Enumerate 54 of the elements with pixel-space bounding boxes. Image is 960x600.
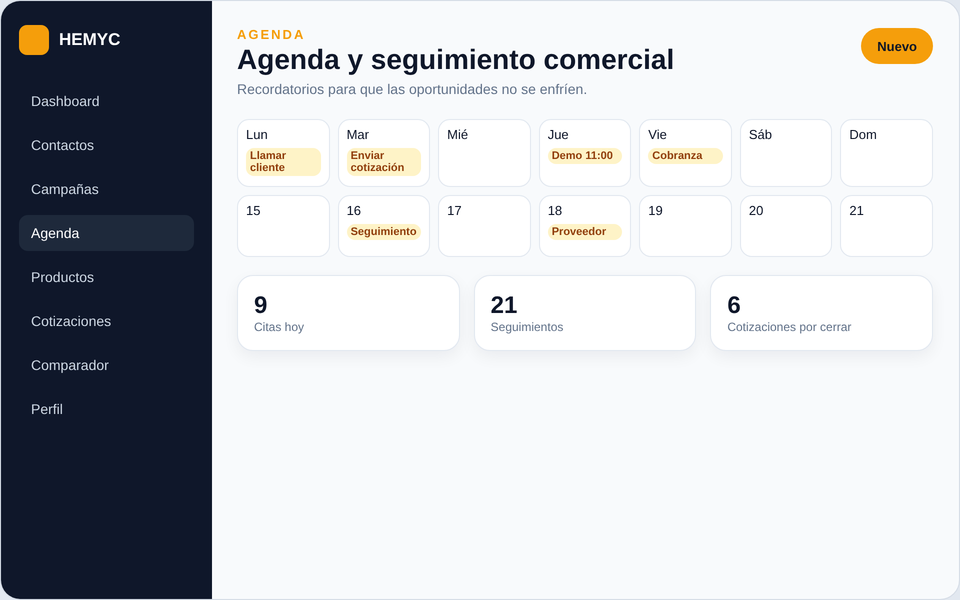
stat-value: 21 — [490, 293, 518, 319]
calendar-day[interactable]: Mié — [438, 119, 531, 187]
stat-label: Seguimientos — [490, 319, 564, 335]
calendar-day[interactable]: Jue Demo 11:00 — [538, 119, 632, 187]
calendar-day[interactable]: Sáb — [740, 119, 832, 187]
calendar-day[interactable]: 16 Seguimiento — [338, 195, 430, 257]
calendar-day[interactable]: 20 — [740, 195, 832, 257]
calendar-day[interactable]: Vie Cobranza — [639, 119, 732, 187]
event-chip[interactable]: Cobranza — [648, 148, 723, 164]
day-label: Mar — [346, 127, 370, 142]
sidebar-item[interactable]: Dashboard — [19, 83, 194, 119]
day-label: 20 — [748, 203, 764, 218]
sidebar-item[interactable]: Perfil — [19, 391, 194, 427]
calendar-day[interactable]: 15 — [237, 195, 330, 257]
calendar-day[interactable]: 21 — [840, 195, 933, 257]
sidebar-item[interactable]: Campañas — [19, 171, 194, 207]
day-label: Dom — [849, 127, 878, 142]
day-label: Jue — [548, 127, 570, 142]
section-eyebrow: AGENDA — [237, 27, 306, 42]
calendar-day[interactable]: 19 — [639, 195, 732, 257]
day-label: 21 — [849, 203, 865, 218]
day-label: 17 — [447, 203, 463, 218]
stat-value: 9 — [254, 293, 268, 319]
day-label: Vie — [648, 127, 668, 142]
day-label: 15 — [246, 203, 262, 218]
day-label: Sáb — [748, 127, 773, 142]
day-label: 18 — [548, 203, 564, 218]
day-label: Lun — [246, 127, 269, 142]
new-button[interactable]: Nuevo — [861, 28, 933, 64]
sidebar-item[interactable]: Comparador — [19, 347, 194, 383]
day-label: Mié — [447, 127, 470, 142]
stat-value: 6 — [727, 293, 742, 319]
event-chip[interactable]: Llamar cliente — [246, 148, 321, 176]
event-chip[interactable]: Seguimiento — [346, 224, 422, 240]
calendar-day[interactable]: Lun Llamar cliente — [237, 119, 330, 187]
event-chip[interactable]: Proveedor — [548, 224, 622, 240]
day-label: 19 — [648, 203, 664, 218]
stat-label: Cotizaciones por cerrar — [727, 319, 852, 335]
brand-name: HEMYC — [59, 30, 120, 50]
event-chip[interactable]: Demo 11:00 — [548, 148, 622, 164]
stat-label: Citas hoy — [254, 319, 306, 335]
page-subtitle: Recordatorios para que las oportunidades no se enfríen. — [237, 80, 588, 98]
sidebar-item[interactable]: Productos — [19, 259, 194, 295]
calendar-day[interactable]: 18 Proveedor — [538, 195, 632, 257]
calendar-day[interactable]: Mar Enviar cotización — [338, 119, 430, 187]
sidebar-item[interactable]: Contactos — [19, 127, 194, 163]
logo-icon — [19, 25, 49, 55]
page-title: Agenda y seguimiento comercial — [237, 44, 674, 76]
sidebar-item[interactable]: Agenda — [19, 215, 194, 251]
event-chip[interactable]: Enviar cotización — [346, 148, 422, 176]
calendar-day[interactable]: Dom — [840, 119, 933, 187]
day-label: 16 — [346, 203, 362, 218]
calendar-day[interactable]: 17 — [438, 195, 531, 257]
sidebar-item[interactable]: Cotizaciones — [19, 303, 194, 339]
